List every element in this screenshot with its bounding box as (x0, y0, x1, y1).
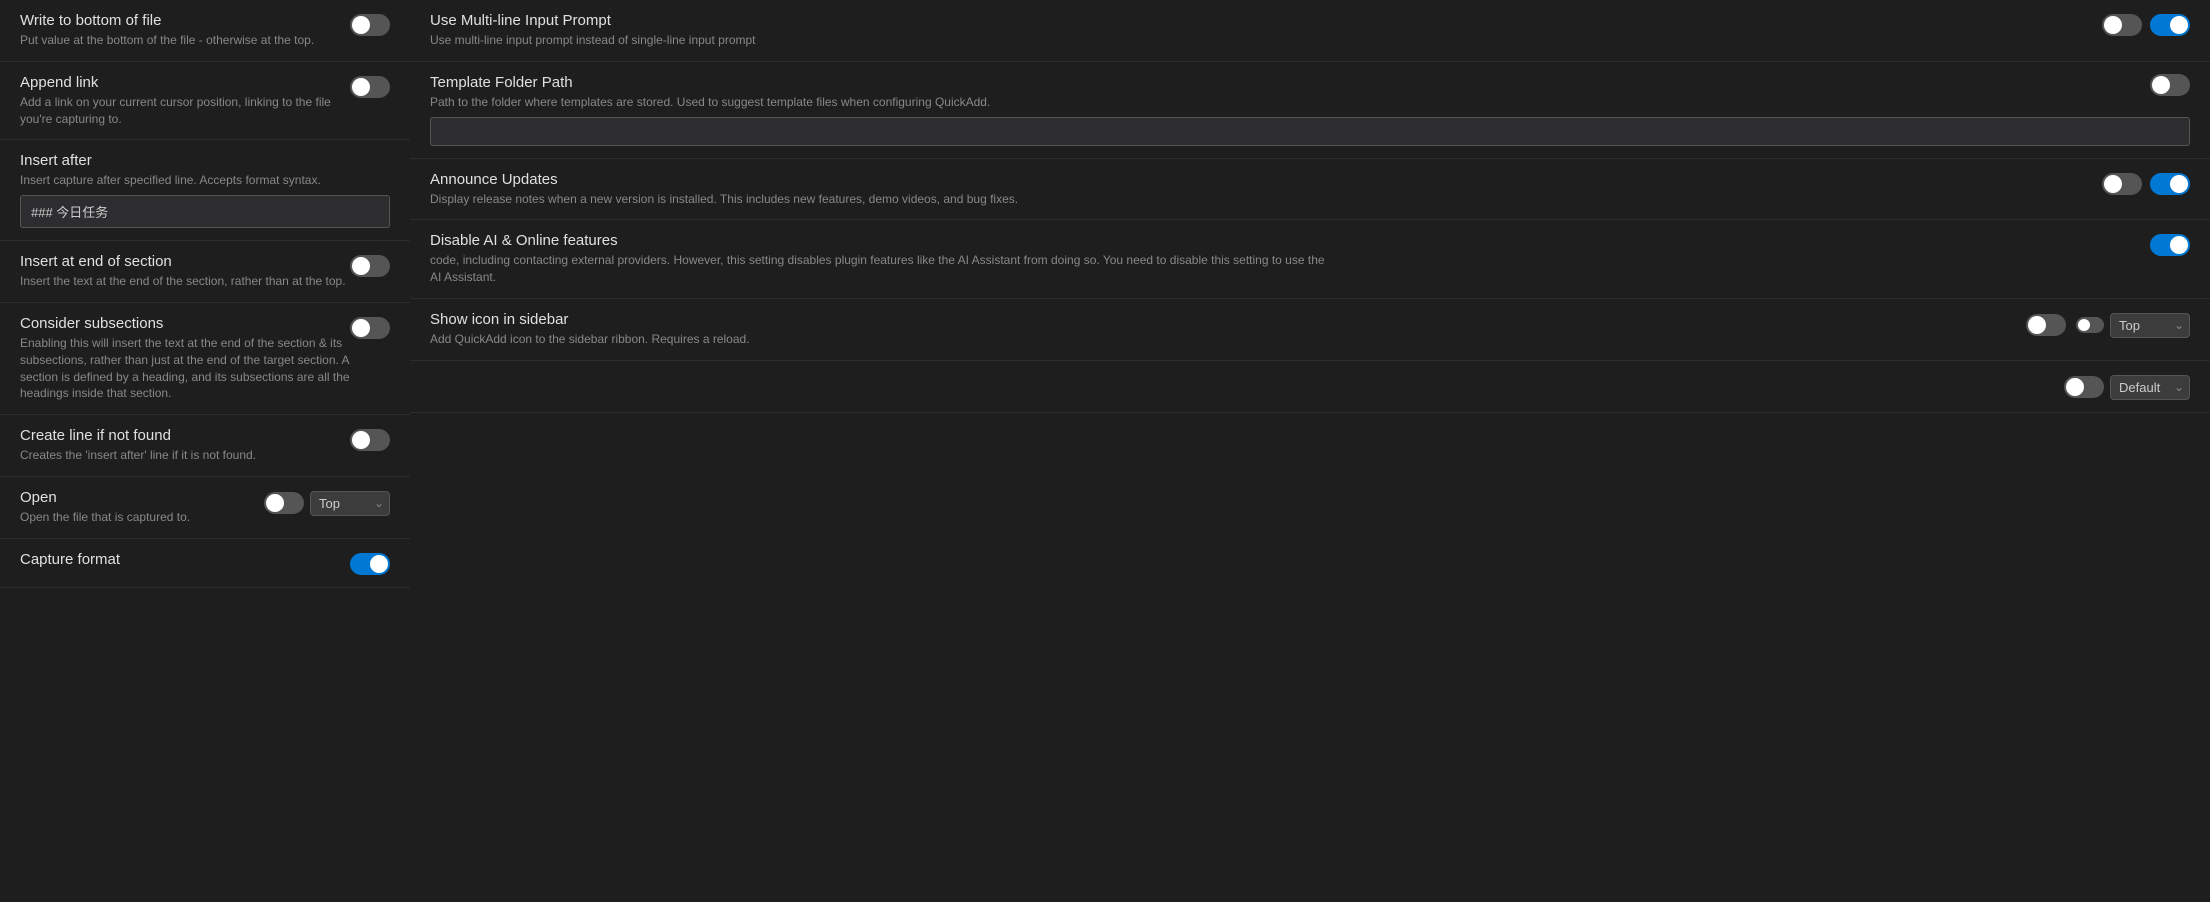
setting-write-to-bottom-text: Write to bottom of file Put value at the… (20, 12, 350, 49)
setting-subsections-desc: Enabling this will insert the text at th… (20, 335, 350, 402)
setting-template-text: Template Folder Path Path to the folder … (430, 74, 2150, 111)
setting-announce-desc: Display release notes when a new version… (430, 191, 2102, 208)
toggle-template-folder[interactable] (2150, 74, 2190, 96)
setting-subsections-control (350, 315, 390, 339)
setting-create-line: Create line if not found Creates the 'in… (0, 415, 410, 477)
template-folder-input[interactable] (430, 117, 2190, 146)
setting-show-icon: Show icon in sidebar Add QuickAdd icon t… (410, 299, 2210, 361)
setting-announce-control (2102, 171, 2190, 195)
setting-insert-after: Insert after Insert capture after specif… (0, 140, 410, 241)
toggle-multiline-partial[interactable] (2102, 14, 2142, 36)
setting-insert-end-control (350, 253, 390, 277)
toggle-insert-end[interactable] (350, 255, 390, 277)
setting-show-icon-text: Show icon in sidebar Add QuickAdd icon t… (430, 311, 2026, 348)
setting-insert-end-title: Insert at end of section (20, 253, 350, 270)
setting-announce-title: Announce Updates (430, 171, 2102, 188)
setting-show-icon-2-control: Default Top Bottom (2064, 373, 2190, 400)
setting-multiline-title: Use Multi-line Input Prompt (430, 12, 2102, 29)
setting-insert-end-text: Insert at end of section Insert the text… (20, 253, 350, 290)
show-icon-dropdown[interactable]: Top Bottom (2110, 313, 2190, 338)
setting-announce-text: Announce Updates Display release notes w… (430, 171, 2102, 208)
setting-show-icon-title: Show icon in sidebar (430, 311, 2026, 328)
left-settings-panel: Write to bottom of file Put value at the… (0, 0, 410, 902)
setting-multiline-desc: Use multi-line input prompt instead of s… (430, 32, 2102, 49)
setting-open-desc: Open the file that is captured to. (20, 509, 264, 526)
insert-after-input[interactable]: ### 今日任务 (20, 195, 390, 228)
setting-disable-ai: Disable AI & Online features code, inclu… (410, 220, 2210, 299)
setting-capture-format-title: Capture format (20, 551, 350, 568)
setting-multiline: Use Multi-line Input Prompt Use multi-li… (410, 0, 2210, 62)
show-icon-dropdown-wrapper: Top Bottom (2110, 313, 2190, 338)
setting-disable-ai-title: Disable AI & Online features (430, 232, 2150, 249)
show-icon-2-dropdown-wrapper: Default Top Bottom (2110, 375, 2190, 400)
setting-capture-format-text: Capture format (20, 551, 350, 571)
toggle-disable-ai[interactable] (2150, 234, 2190, 256)
setting-open-title: Open (20, 489, 264, 506)
setting-write-to-bottom-title: Write to bottom of file (20, 12, 350, 29)
setting-insert-end: Insert at end of section Insert the text… (0, 241, 410, 303)
setting-create-line-title: Create line if not found (20, 427, 350, 444)
setting-insert-after-text: Insert after Insert capture after specif… (20, 152, 390, 189)
setting-write-to-bottom-control (350, 12, 390, 36)
toggle-subsections[interactable] (350, 317, 390, 339)
setting-create-line-text: Create line if not found Creates the 'in… (20, 427, 350, 464)
setting-subsections: Consider subsections Enabling this will … (0, 303, 410, 415)
setting-insert-after-desc: Insert capture after specified line. Acc… (20, 172, 390, 189)
show-icon-2-dropdown[interactable]: Default Top Bottom (2110, 375, 2190, 400)
toggle-show-icon[interactable] (2026, 314, 2066, 336)
setting-capture-format: Capture format (0, 539, 410, 588)
setting-create-line-control (350, 427, 390, 451)
setting-template-title: Template Folder Path (430, 74, 2150, 91)
setting-template-desc: Path to the folder where templates are s… (430, 94, 2150, 111)
setting-insert-after-title: Insert after (20, 152, 390, 169)
setting-create-line-desc: Creates the 'insert after' line if it is… (20, 447, 350, 464)
setting-multiline-text: Use Multi-line Input Prompt Use multi-li… (430, 12, 2102, 49)
open-dropdown-wrapper: Top Bottom (310, 491, 390, 516)
setting-append-link-desc: Add a link on your current cursor positi… (20, 94, 350, 128)
setting-disable-ai-desc: code, including contacting external prov… (430, 252, 1330, 286)
setting-show-icon-2: Default Top Bottom (410, 361, 2210, 413)
toggle-show-icon-small[interactable] (2076, 317, 2104, 333)
setting-announce: Announce Updates Display release notes w… (410, 159, 2210, 221)
insert-after-value: ### 今日任务 (31, 205, 108, 220)
toggle-show-icon-2[interactable] (2064, 376, 2104, 398)
setting-write-to-bottom-desc: Put value at the bottom of the file - ot… (20, 32, 350, 49)
setting-append-link-control (350, 74, 390, 98)
toggle-announce[interactable] (2150, 173, 2190, 195)
setting-multiline-control (2102, 12, 2190, 36)
template-folder-control (2150, 74, 2190, 96)
toggle-write-to-bottom[interactable] (350, 14, 390, 36)
setting-write-to-bottom: Write to bottom of file Put value at the… (0, 0, 410, 62)
setting-template-folder: Template Folder Path Path to the folder … (410, 62, 2210, 159)
setting-open-control: Top Bottom (264, 489, 390, 516)
setting-append-link-text: Append link Add a link on your current c… (20, 74, 350, 128)
setting-open-text: Open Open the file that is captured to. (20, 489, 264, 526)
setting-insert-after-row: Insert after Insert capture after specif… (20, 152, 390, 189)
setting-show-icon-desc: Add QuickAdd icon to the sidebar ribbon.… (430, 331, 2026, 348)
toggle-create-line[interactable] (350, 429, 390, 451)
setting-capture-format-control (350, 551, 390, 575)
toggle-capture-format[interactable] (350, 553, 390, 575)
setting-append-link-title: Append link (20, 74, 350, 91)
setting-open: Open Open the file that is captured to. … (0, 477, 410, 539)
setting-disable-ai-text: Disable AI & Online features code, inclu… (430, 232, 2150, 286)
toggle-announce-partial[interactable] (2102, 173, 2142, 195)
open-dropdown[interactable]: Top Bottom (310, 491, 390, 516)
template-folder-row: Template Folder Path Path to the folder … (430, 74, 2190, 111)
toggle-multiline[interactable] (2150, 14, 2190, 36)
setting-disable-ai-control (2150, 232, 2190, 256)
setting-show-icon-control: Top Bottom (2026, 311, 2190, 338)
toggle-open[interactable] (264, 492, 304, 514)
setting-append-link: Append link Add a link on your current c… (0, 62, 410, 141)
setting-subsections-title: Consider subsections (20, 315, 350, 332)
setting-subsections-text: Consider subsections Enabling this will … (20, 315, 350, 402)
right-settings-panel: Use Multi-line Input Prompt Use multi-li… (410, 0, 2210, 902)
toggle-append-link[interactable] (350, 76, 390, 98)
setting-insert-end-desc: Insert the text at the end of the sectio… (20, 273, 350, 290)
